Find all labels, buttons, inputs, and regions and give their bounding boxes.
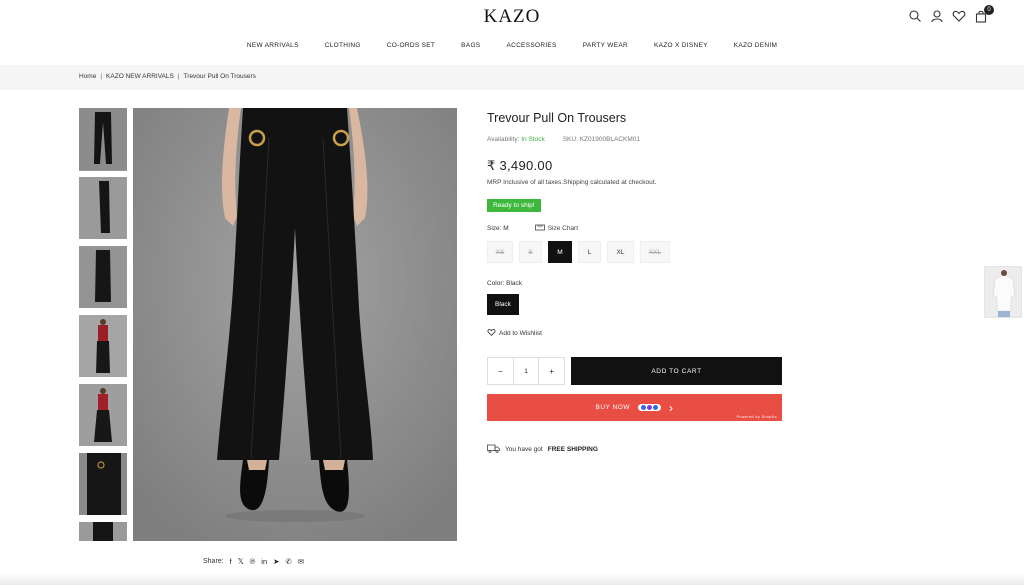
product-thumbnail[interactable] (79, 108, 127, 171)
nav-new-arrivals[interactable]: NEW ARRIVALS (234, 42, 312, 49)
search-icon[interactable] (908, 9, 922, 23)
product-thumbnail[interactable] (79, 384, 127, 446)
size-options: XS S M L XL XXL (487, 241, 783, 263)
availability: Availability: In Stock (487, 136, 545, 143)
nav-accessories[interactable]: ACCESSORIES (493, 42, 569, 49)
size-option-l[interactable]: L (578, 241, 601, 263)
breadcrumb-home[interactable]: Home (79, 73, 96, 80)
quantity-stepper: − 1 + (487, 357, 565, 385)
nav-bags[interactable]: BAGS (448, 42, 493, 49)
sku-value: KZ01900BLACKM01 (579, 136, 641, 143)
size-chart-link[interactable]: Size Chart (534, 224, 579, 233)
telegram-icon[interactable]: ➤ (273, 557, 279, 566)
nav-clothing[interactable]: CLOTHING (312, 42, 374, 49)
cart-count-badge: 0 (984, 5, 994, 15)
ready-to-ship-badge: Ready to ship! (487, 199, 541, 212)
shipping-bold: FREE SHIPPING (547, 446, 598, 453)
linkedin-icon[interactable]: in (261, 557, 267, 566)
color-option-black[interactable]: Black (487, 294, 519, 315)
email-icon[interactable]: ✉ (298, 557, 304, 566)
availability-value: In Stock (521, 136, 545, 143)
product-thumbnail[interactable] (79, 522, 127, 541)
facebook-icon[interactable]: f (230, 557, 232, 566)
main-nav: NEW ARRIVALS CLOTHING CO-ORDS SET BAGS A… (0, 42, 1024, 49)
size-option-xl[interactable]: XL (607, 241, 634, 263)
availability-label: Availability: (487, 136, 520, 143)
breadcrumb-collection[interactable]: KAZO NEW ARRIVALS (106, 73, 174, 80)
bottom-shadow (0, 573, 1024, 585)
color-row: Color: Black (487, 280, 783, 287)
header-icons: 0 (908, 5, 994, 23)
buy-now-label: BUY NOW (595, 404, 630, 411)
x-twitter-icon[interactable]: 𝕏 (238, 557, 244, 566)
brand-logo[interactable]: KAZO (0, 6, 1024, 28)
free-shipping-note: You have got FREE SHIPPING (487, 444, 783, 455)
nav-kazo-x-disney[interactable]: KAZO X DISNEY (641, 42, 721, 49)
payment-methods-icon (637, 404, 661, 411)
product-title: Trevour Pull On Trousers (487, 111, 627, 125)
product-thumbnail[interactable] (79, 246, 127, 308)
heart-icon[interactable] (952, 9, 966, 23)
sku-label: SKU: (562, 136, 578, 143)
product-info: Trevour Pull On Trousers Availability: I… (487, 108, 783, 455)
truck-icon (487, 444, 500, 455)
chevron-right-icon: › (668, 400, 674, 415)
color-label: Color: (487, 280, 505, 287)
bag-icon[interactable]: 0 (974, 5, 994, 23)
product-thumbnail[interactable] (79, 315, 127, 377)
heart-icon (487, 328, 496, 338)
wishlist-label: Add to Wishlist (499, 329, 542, 337)
recently-viewed-product[interactable] (984, 266, 1022, 318)
size-value: M (503, 225, 509, 232)
breadcrumb: Home | KAZO NEW ARRIVALS | Trevour Pull … (79, 73, 256, 80)
buy-now-button[interactable]: BUY NOW › Powered by Shopflo (487, 394, 782, 421)
qty-increase-button[interactable]: + (539, 358, 564, 384)
product-thumbnail[interactable] (79, 177, 127, 239)
tax-note: MRP Inclusive of all taxes.Shipping calc… (487, 179, 657, 186)
pinterest-icon[interactable]: ℗ (250, 557, 256, 566)
size-option-xxl[interactable]: XXL (640, 241, 670, 263)
thumbnail-list (79, 108, 127, 541)
shipping-prefix: You have got (505, 446, 543, 453)
site-header: KAZO 0 NEW ARRIVALS CLOTHING CO-ORDS SET… (0, 0, 1024, 64)
size-option-m[interactable]: M (548, 241, 572, 263)
share-bar: Share: f 𝕏 ℗ in ➤ ✆ ✉ (203, 557, 304, 566)
nav-co-ords-set[interactable]: CO-ORDS SET (374, 42, 448, 49)
add-to-cart-button[interactable]: ADD TO CART (571, 357, 782, 385)
color-value: Black (506, 280, 523, 287)
size-chart-label: Size Chart (547, 225, 579, 232)
add-to-wishlist[interactable]: Add to Wishlist (487, 328, 783, 338)
breadcrumb-separator: | (177, 73, 180, 80)
breadcrumb-separator: | (100, 73, 103, 80)
breadcrumb-current: Trevour Pull On Trousers (183, 73, 256, 80)
nav-party-wear[interactable]: PARTY WEAR (570, 42, 641, 49)
product-price: ₹ 3,490.00 (487, 158, 553, 173)
cart-row: − 1 + ADD TO CART (487, 357, 783, 385)
ruler-icon (534, 224, 545, 233)
size-option-xs[interactable]: XS (487, 241, 513, 263)
powered-by-note: Powered by Shopflo (736, 415, 777, 419)
whatsapp-icon[interactable]: ✆ (285, 557, 291, 566)
sku: SKU: KZ01900BLACKM01 (563, 136, 640, 143)
size-label: Size: (487, 225, 502, 232)
nav-kazo-denim[interactable]: KAZO DENIM (721, 42, 790, 49)
product-main-image[interactable] (133, 108, 457, 541)
qty-decrease-button[interactable]: − (488, 358, 513, 384)
size-label-group: Size: M (487, 225, 509, 232)
size-option-s[interactable]: S (519, 241, 542, 263)
product-thumbnail[interactable] (79, 453, 127, 515)
product-meta: Availability: In Stock SKU: KZ01900BLACK… (487, 136, 783, 143)
size-row: Size: M Size Chart (487, 224, 783, 233)
share-label: Share: (203, 558, 224, 565)
breadcrumb-bar: Home | KAZO NEW ARRIVALS | Trevour Pull … (0, 65, 1024, 90)
qty-input[interactable]: 1 (512, 358, 540, 384)
user-icon[interactable] (930, 9, 944, 23)
